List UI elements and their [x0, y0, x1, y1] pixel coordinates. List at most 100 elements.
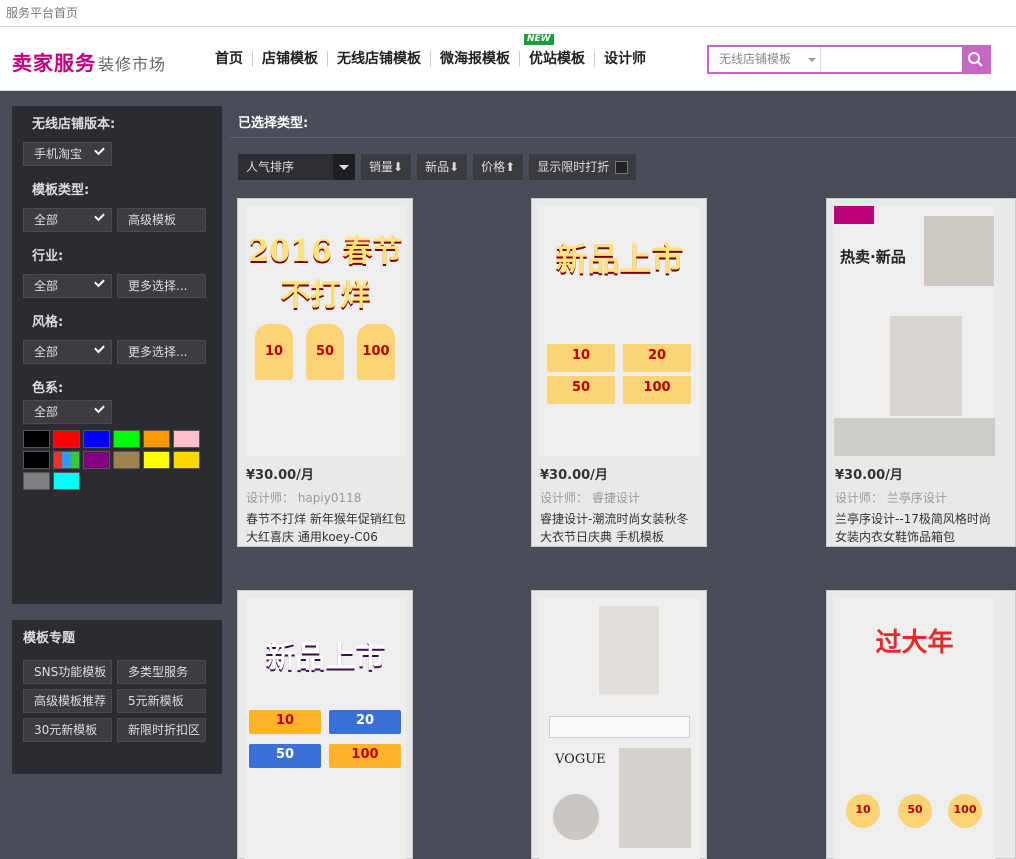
template-thumbnail[interactable]: 新品上市 10 20 50 100 [539, 206, 700, 456]
style-all[interactable]: 全部 [23, 340, 112, 364]
coupon-icon: 10 [846, 794, 880, 828]
check-icon [94, 276, 105, 288]
topic-discount[interactable]: 新限时折扣区 [117, 718, 206, 742]
color-swatch[interactable] [23, 472, 50, 490]
model-photo [619, 748, 691, 848]
model-photo [553, 794, 599, 840]
topic-sns[interactable]: SNS功能模板 [23, 660, 112, 684]
template-card[interactable]: 2016 春节不打烊 10 50 100 ¥30.00/月 设计师： hapiy… [237, 198, 413, 547]
sort-price-button[interactable]: 价格⬆ [472, 153, 525, 181]
color-swatch[interactable] [173, 430, 200, 448]
color-swatch[interactable] [113, 451, 140, 469]
thumbnail-text: VOGUE [555, 752, 606, 767]
template-title[interactable]: 春节不打烊 新年猴年促销红包大红喜庆 通用koey-C06 [246, 510, 406, 546]
color-swatch[interactable] [23, 430, 50, 448]
industry-all[interactable]: 全部 [23, 274, 112, 298]
selected-types-label: 已选择类型: [238, 116, 309, 131]
template-thumbnail[interactable]: VOGUE [539, 598, 700, 859]
color-swatch[interactable] [83, 451, 110, 469]
logo-main: 卖家服务 [12, 51, 96, 75]
color-all-label: 全部 [34, 405, 59, 419]
search-button[interactable] [962, 47, 989, 72]
color-swatch[interactable] [113, 430, 140, 448]
color-swatch[interactable] [143, 430, 170, 448]
color-swatch[interactable] [53, 430, 80, 448]
thumbnail-text: 新品上市 [265, 640, 386, 675]
version-mobile-taobao[interactable]: 手机淘宝 [23, 142, 112, 166]
template-designer[interactable]: 设计师： 兰亭序设计 [835, 489, 1015, 506]
type-all[interactable]: 全部 [23, 208, 112, 232]
nav-youzhan-templates[interactable]: NEW 优站模板 [520, 34, 595, 67]
template-designer[interactable]: 设计师： hapiy0118 [246, 489, 412, 506]
coupon-icon: 20 [623, 344, 691, 372]
coupon-icon: 50 [306, 324, 344, 380]
coupon-icon: 10 [255, 324, 293, 380]
nav-shop-templates[interactable]: 店铺模板 [253, 51, 328, 67]
template-thumbnail[interactable]: 2016 春节不打烊 10 50 100 [245, 206, 406, 456]
coupon-icon: 50 [547, 376, 615, 404]
nav-designers[interactable]: 设计师 [595, 51, 655, 67]
template-thumbnail[interactable]: 过大年 10 50 100 [834, 598, 995, 859]
nav-home[interactable]: 首页 [206, 51, 253, 67]
color-swatch[interactable] [143, 451, 170, 469]
industry-title: 行业: [32, 249, 64, 264]
sort-select[interactable]: 人气排序 [237, 153, 356, 181]
nav-mobile-templates[interactable]: 无线店铺模板 [328, 51, 431, 101]
color-swatch[interactable] [23, 451, 50, 469]
coupon-icon: 100 [948, 794, 982, 828]
template-card[interactable]: 过大年 10 50 100 [826, 590, 1016, 859]
discount-toggle[interactable]: 显示限时打折 [528, 153, 638, 181]
browser-tab-title: 服务平台首页 [0, 0, 1016, 27]
search-category-label: 无线店铺模板 [719, 52, 792, 66]
special-title: 模板专题 [23, 631, 76, 646]
type-all-label: 全部 [34, 213, 59, 227]
search-icon [968, 52, 983, 67]
color-swatch[interactable] [83, 430, 110, 448]
topic-multi-service[interactable]: 多类型服务 [117, 660, 206, 684]
divider [230, 137, 1016, 138]
sort-sales-button[interactable]: 销量⬇ [360, 153, 413, 181]
color-all[interactable]: 全部 [23, 400, 112, 424]
industry-all-label: 全部 [34, 279, 59, 293]
industry-more[interactable]: 更多选择... [117, 274, 206, 298]
template-title[interactable]: 睿捷设计-潮流时尚女装秋冬大衣节日庆典 手机模板 [540, 510, 700, 546]
template-thumbnail[interactable]: 热卖·新品 [834, 206, 995, 456]
template-card[interactable]: VOGUE [531, 590, 707, 859]
topic-30yuan[interactable]: 30元新模板 [23, 718, 112, 742]
topic-5yuan[interactable]: 5元新模板 [117, 689, 206, 713]
style-more[interactable]: 更多选择... [117, 340, 206, 364]
style-title: 风格: [32, 315, 64, 330]
template-card[interactable]: 热卖·新品 ¥30.00/月 设计师： 兰亭序设计 兰亭序设计--17极简风格时… [826, 198, 1016, 547]
type-advanced[interactable]: 高级模板 [117, 208, 206, 232]
color-swatch[interactable] [173, 451, 200, 469]
search-input[interactable] [822, 47, 963, 72]
style-all-label: 全部 [34, 345, 59, 359]
template-card[interactable]: 新品上市 10 20 50 100 ¥30.00/月 设计师： 睿捷设计 睿捷设… [531, 198, 707, 547]
model-photo [890, 316, 962, 416]
sort-bar: 人气排序 销量⬇ 新品⬇ 价格⬆ 显示限时打折 [237, 153, 638, 181]
topic-advanced[interactable]: 高级模板推荐 [23, 689, 112, 713]
color-swatch[interactable] [53, 451, 80, 469]
coupon-icon: 100 [329, 744, 401, 768]
main-nav: 首页 店铺模板 无线店铺模板 微海报模板 NEW 优站模板 设计师 [206, 34, 655, 101]
sort-new-button[interactable]: 新品⬇ [416, 153, 469, 181]
chevron-down-icon [808, 58, 816, 66]
check-icon [94, 144, 105, 156]
template-card[interactable]: 新品上市 10 20 50 100 [237, 590, 413, 859]
template-designer[interactable]: 设计师： 睿捷设计 [540, 489, 706, 506]
coupon-icon: 10 [547, 344, 615, 372]
new-badge: NEW [524, 34, 554, 45]
color-swatch[interactable] [53, 472, 80, 490]
nav-poster-templates[interactable]: 微海报模板 [431, 51, 520, 67]
coupon-icon: 50 [249, 744, 321, 768]
nav-youzhan-label: 优站模板 [529, 51, 585, 67]
model-photo [924, 216, 994, 286]
site-logo[interactable]: 卖家服务 装修市场 [12, 47, 166, 76]
template-title[interactable]: 兰亭序设计--17极简风格时尚女装内衣女鞋饰品箱包 [835, 510, 995, 546]
coupon-icon: 100 [623, 376, 691, 404]
template-thumbnail[interactable]: 新品上市 10 20 50 100 [245, 598, 406, 859]
search-category-select[interactable]: 无线店铺模板 [709, 47, 821, 72]
coupon-icon: 100 [357, 324, 395, 380]
chevron-down-icon [333, 154, 355, 180]
discount-checkbox[interactable] [615, 161, 629, 174]
